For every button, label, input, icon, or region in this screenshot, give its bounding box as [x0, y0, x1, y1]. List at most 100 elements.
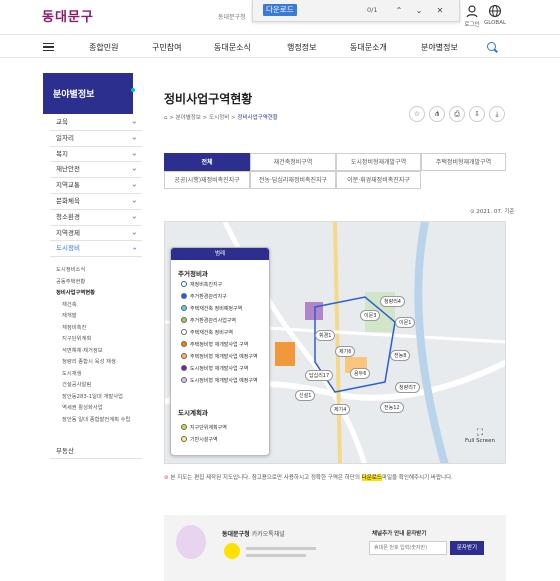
find-bar: 다운로드 0/1 ⌃ ⌄ ✕ — [252, 0, 460, 22]
map-label[interactable]: 용두6 — [350, 368, 371, 379]
tab-item[interactable]: 도시정비형재개발구역 — [336, 153, 421, 171]
site-name: 동대문구청 — [218, 14, 246, 21]
site-logo[interactable]: 동대문구 — [42, 6, 94, 25]
legend-row[interactable]: 도시정비형 재개발사업 예정구역 — [181, 377, 258, 384]
fullscreen-button[interactable]: ⛶ Full Screen — [460, 428, 500, 458]
map-label[interactable]: 전농8 — [390, 350, 411, 361]
submenu-item[interactable]: 재개발 — [56, 311, 146, 323]
submenu-item[interactable]: 건설공사알림 — [56, 380, 146, 392]
legend-row[interactable]: 주택재건축 정비구역 — [181, 329, 233, 336]
download-icon[interactable]: ⇩ — [469, 106, 485, 122]
legend-row[interactable]: 도시정비형 재개발사업 구역 — [181, 365, 248, 372]
map-label[interactable]: 제기6 — [335, 346, 356, 357]
home-icon[interactable]: ⌂ — [164, 115, 168, 121]
find-count: 0/1 — [367, 6, 378, 14]
submenu-item[interactable]: 공동주택현황 — [56, 277, 146, 289]
sidebar-item-active[interactable]: 도시정비 — [50, 241, 142, 258]
legend-row[interactable]: 지구단위계획구역 — [181, 424, 227, 431]
map-label[interactable]: 이문3 — [360, 310, 381, 321]
chevron-up-icon[interactable]: ⌃ — [393, 5, 405, 17]
notice-icon: ⊘ — [164, 475, 169, 481]
legend-row[interactable]: 주거환경관리사업구역 — [181, 317, 236, 324]
sidebar-item[interactable]: 청소환경 — [50, 210, 142, 226]
sidebar-item[interactable]: 문화체육 — [50, 194, 142, 210]
search-icon[interactable] — [487, 42, 496, 51]
notice-text: ⊘ 본 지도는 편집 제작된 지도입니다. 참고용으로만 사용하시고 정확한 구… — [164, 473, 453, 481]
chevron-down-icon[interactable]: ⌄ — [413, 5, 425, 17]
sms-button[interactable]: 문자받기 — [450, 541, 484, 555]
date-text: 2021. 07. 기준 — [476, 209, 515, 215]
submenu-item[interactable]: 청량리 종합시 육성 재생 — [56, 357, 146, 369]
submenu-item[interactable]: 장안동283-1일대 개발사업 — [56, 392, 146, 404]
submenu-item[interactable]: 도시재생 — [56, 369, 146, 381]
submenu-item[interactable]: 역세권 활성화사업 — [56, 403, 146, 415]
share-icon[interactable]: ⋔ — [429, 106, 445, 122]
map-label[interactable]: 신설1 — [295, 390, 316, 401]
legend-row[interactable]: 주택정비형 재개발사업 구역 — [181, 341, 248, 348]
legend-swatch — [181, 365, 187, 371]
sidebar-item[interactable]: 재난안전 — [50, 162, 142, 179]
submenu-item[interactable]: 도시정비소식 — [56, 265, 146, 277]
sidebar-item[interactable]: 일자리 — [50, 131, 142, 147]
map-label[interactable]: 휘경1 — [315, 330, 336, 341]
global-label: GLOBAL — [483, 20, 507, 26]
legend-row[interactable]: 주택재건축 정비예정구역 — [181, 305, 242, 312]
submenu-item[interactable]: 재정비촉진 — [56, 323, 146, 335]
nav-item[interactable]: 동대문소식 — [214, 42, 251, 53]
kakao-banner: 동대문구청 카카오톡채널 채널추가 안내 문자받기 문자받기 — [164, 515, 506, 581]
menu-icon[interactable] — [43, 43, 54, 51]
legend-label: 주택재건축 정비구역 — [190, 330, 233, 336]
legend-row[interactable]: 주거환경관리지구 — [181, 293, 227, 300]
nav-item[interactable]: 동대문소개 — [350, 42, 387, 53]
sidebar-item[interactable]: 지역경제 — [50, 226, 142, 242]
map-label[interactable]: 이문1 — [395, 317, 416, 328]
breadcrumb-current: 정비사업구역현황 — [237, 115, 278, 121]
download-icon[interactable]: ⤓ — [489, 106, 505, 122]
tab-item[interactable]: 이문·휘경재정비촉진지구 — [336, 171, 421, 189]
banner-title: 동대문구청 카카오톡채널 — [222, 529, 285, 538]
map-label[interactable]: 청량리4 — [380, 296, 405, 307]
nav-item[interactable]: 구민참여 — [152, 42, 181, 53]
legend-row[interactable]: 주택정비형 재개발사업 예정구역 — [181, 353, 258, 360]
map-label[interactable]: 전농12 — [380, 402, 404, 413]
nav-item[interactable]: 분야별정보 — [421, 42, 458, 53]
submenu-item-active[interactable]: 정비사업구역현황 — [56, 288, 146, 300]
mascot-image — [176, 525, 206, 559]
breadcrumb-item[interactable]: 도시정비 — [209, 115, 229, 121]
legend-swatch — [181, 353, 187, 359]
sidebar-menu: 교육 일자리 복지 재난안전 지역교통 문화체육 청소환경 지역경제 도시정비 — [50, 115, 142, 258]
print-icon[interactable]: ⎙ — [449, 106, 465, 122]
submenu-item[interactable]: 재건축 — [56, 300, 146, 312]
star-icon[interactable]: ☆ — [409, 106, 425, 122]
map-label[interactable]: 청량리7 — [395, 382, 420, 393]
breadcrumb-item[interactable]: 분야별정보 — [176, 115, 201, 121]
sidebar-item[interactable]: 복지 — [50, 147, 142, 163]
fullscreen-label: Full Screen — [464, 438, 496, 444]
sidebar-item[interactable]: 지역교통 — [50, 178, 142, 194]
sidebar-title-box: 분야별정보 — [43, 73, 135, 114]
tab-item[interactable]: 전농·답십리재정비촉진지구 — [250, 171, 336, 189]
nav-item[interactable]: 행정정보 — [287, 42, 316, 53]
sidebar-item[interactable]: 교육 — [50, 115, 142, 131]
submenu-item[interactable]: 장안동 일대 종합발전계획 수립 — [56, 415, 146, 427]
find-query-highlight: 다운로드 — [263, 4, 297, 16]
submenu-item[interactable]: 지구단위계획 — [56, 334, 146, 346]
tab-item[interactable]: 주택정비형재개발구역 — [421, 153, 506, 171]
map-label[interactable]: 제기4 — [330, 404, 351, 415]
sidebar-item[interactable]: 부동산 — [50, 443, 142, 459]
tab-item[interactable]: 공공(시행)재정비촉진지구 — [164, 171, 250, 189]
submenu-item[interactable]: 석면해체·제거정보 — [56, 346, 146, 358]
map-label[interactable]: 답십리17 — [305, 370, 334, 381]
tab-all[interactable]: 전체 — [164, 153, 250, 171]
close-icon[interactable]: ✕ — [434, 5, 446, 17]
legend-row[interactable]: 재정비촉진지구 — [181, 281, 222, 288]
global-button[interactable]: GLOBAL — [480, 4, 510, 26]
tab-item[interactable]: 재건축정비구역 — [250, 153, 336, 171]
legend-row[interactable]: 기반시설구역 — [181, 436, 218, 443]
user-icon — [466, 5, 478, 18]
legend-label: 도시정비형 재개발사업 예정구역 — [190, 378, 258, 384]
legend-swatch — [181, 424, 187, 430]
nav-item[interactable]: 종합민원 — [89, 42, 118, 53]
phone-input[interactable] — [369, 541, 447, 555]
notice-link[interactable]: 다운로드 — [361, 475, 382, 481]
